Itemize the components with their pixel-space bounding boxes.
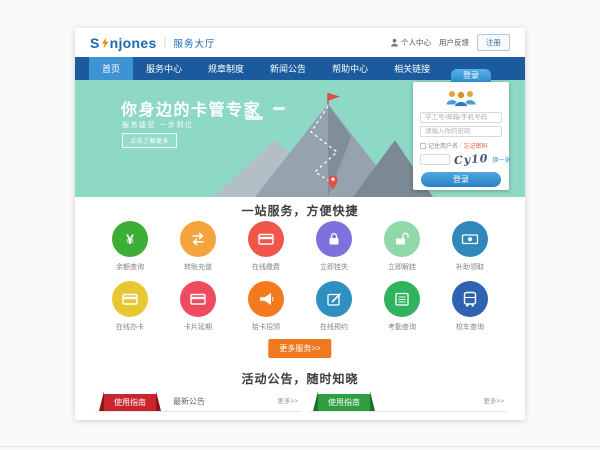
logo-divider: | — [164, 37, 167, 48]
nav-item-help[interactable]: 帮助中心 — [319, 57, 381, 80]
site-header: S njones | 服务大厅 个人中心 用户反馈 注册 — [75, 28, 525, 57]
guide-tab-green[interactable]: 使用指南 — [318, 394, 370, 411]
feedback-link[interactable]: 用户反馈 — [439, 37, 469, 48]
service-item-balance[interactable]: ¥ 余额查询 — [112, 221, 149, 272]
announcements-right-panel: 使用指南 更多>> — [309, 392, 507, 412]
service-label: 校车查询 — [452, 322, 489, 332]
nav-item-home[interactable]: 首页 — [89, 57, 133, 80]
nav-item-links[interactable]: 相关链接 — [381, 57, 443, 80]
remember-checkbox[interactable] — [420, 143, 426, 149]
remember-label: 记住用户名 — [428, 141, 458, 150]
service-label: 转账充值 — [180, 262, 217, 272]
page-card: S njones | 服务大厅 个人中心 用户反馈 注册 首页 服务中心 规章制… — [75, 28, 525, 420]
service-label: 余额查询 — [112, 262, 149, 272]
logo-text-prefix: S — [90, 35, 100, 51]
card-icon — [112, 281, 148, 317]
feedback-label: 用户反馈 — [439, 37, 469, 48]
login-tab[interactable]: 登录 — [451, 69, 491, 82]
login-panel: 记住用户名 | 忘记密码 Cy10 换一张 登录 — [413, 82, 509, 190]
unlock-icon — [384, 221, 420, 257]
service-label: 拾卡招领 — [248, 322, 285, 332]
more-link[interactable]: 更多>> — [483, 392, 504, 412]
captcha-input[interactable] — [420, 154, 450, 165]
service-item-pay-online[interactable]: 在线缴费 — [248, 221, 285, 272]
password-input[interactable] — [420, 126, 502, 137]
service-item-apply-card[interactable]: 在线办卡 — [112, 281, 149, 332]
login-button[interactable]: 登录 — [421, 172, 501, 187]
hero-subtitle: 服务捷径 一步到位 — [122, 120, 193, 130]
logo[interactable]: S njones | 服务大厅 — [90, 35, 215, 51]
service-item-transfer[interactable]: 转账充值 — [180, 221, 217, 272]
service-label: 立即解挂 — [384, 262, 421, 272]
personal-center-label: 个人中心 — [401, 37, 431, 48]
lock-icon — [316, 221, 352, 257]
service-item-unfreeze[interactable]: 立即解挂 — [384, 221, 421, 272]
service-item-school-bus[interactable]: 校车查询 — [452, 281, 489, 332]
megaphone-icon — [248, 281, 284, 317]
services-row-1: ¥ 余额查询 转账充值 在线缴费 立即挂失 — [75, 221, 525, 272]
service-label: 在线缴费 — [248, 262, 285, 272]
banknote-icon — [452, 221, 488, 257]
services-section: 一站服务，方便快捷 ¥ 余额查询 转账充值 在线缴费 — [75, 197, 525, 360]
transfer-arrows-icon — [180, 221, 216, 257]
announcements-section: 活动公告，随时知晓 使用指南 最新公告 更多>> 使用指南 更多>> — [75, 360, 525, 420]
logo-text-suffix: njones — [110, 35, 157, 51]
card-icon — [180, 281, 216, 317]
services-title: 一站服务，方便快捷 — [75, 197, 525, 219]
service-item-card-renewal[interactable]: 卡片延期 — [180, 281, 217, 332]
service-label: 在线办卡 — [112, 322, 149, 332]
announcements-left-panel: 使用指南 最新公告 更多>> — [95, 392, 301, 412]
service-item-reservation[interactable]: 在线预约 — [316, 281, 353, 332]
service-item-subsidy[interactable]: 补助领取 — [452, 221, 489, 272]
service-item-attendance[interactable]: 考勤查询 — [384, 281, 421, 332]
remember-row: 记住用户名 | 忘记密码 — [420, 141, 502, 150]
service-label: 立即挂失 — [316, 262, 353, 272]
hero-cta-button[interactable]: 点击了解更多 — [122, 133, 177, 148]
username-input[interactable] — [420, 112, 502, 123]
more-link[interactable]: 更多>> — [277, 392, 298, 412]
divider: | — [460, 143, 462, 149]
personal-center-link[interactable]: 个人中心 — [390, 37, 431, 48]
hero-title: 你身边的卡管专家 — [121, 96, 261, 120]
lightning-icon — [101, 37, 109, 49]
nav-item-news[interactable]: 新闻公告 — [257, 57, 319, 80]
nav-item-rules[interactable]: 规章制度 — [195, 57, 257, 80]
header-user-area: 个人中心 用户反馈 注册 — [390, 34, 510, 51]
list-icon — [384, 281, 420, 317]
latest-news-tab[interactable]: 最新公告 — [173, 392, 205, 412]
announcements-title: 活动公告，随时知晓 — [75, 360, 525, 387]
captcha-refresh-link[interactable]: 换一张 — [492, 155, 510, 164]
edit-icon — [316, 281, 352, 317]
yen-icon: ¥ — [112, 221, 148, 257]
card-icon — [248, 221, 284, 257]
guide-tab-red[interactable]: 使用指南 — [104, 394, 156, 411]
captcha-row: Cy10 换一张 — [420, 153, 502, 166]
service-item-lost-found[interactable]: 拾卡招领 — [248, 281, 285, 332]
service-label: 在线预约 — [316, 322, 353, 332]
service-label: 卡片延期 — [180, 322, 217, 332]
page-bottom-divider — [0, 446, 600, 447]
captcha-image[interactable]: Cy10 — [454, 152, 489, 167]
register-button[interactable]: 注册 — [477, 34, 510, 51]
forgot-password-link[interactable]: 忘记密码 — [464, 141, 488, 150]
nav-item-service-center[interactable]: 服务中心 — [133, 57, 195, 80]
service-item-report-loss[interactable]: 立即挂失 — [316, 221, 353, 272]
service-label: 考勤查询 — [384, 322, 421, 332]
services-row-2: 在线办卡 卡片延期 拾卡招领 在线预约 — [75, 281, 525, 332]
site-tagline: 服务大厅 — [173, 36, 215, 50]
more-services-button[interactable]: 更多服务>> — [268, 339, 331, 358]
service-label: 补助领取 — [452, 262, 489, 272]
bus-icon — [452, 281, 488, 317]
user-icon — [390, 38, 399, 47]
users-group-icon — [444, 88, 478, 109]
